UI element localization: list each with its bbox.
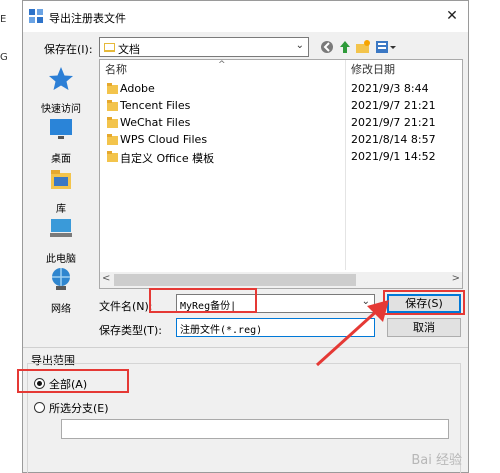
registry-icon: [29, 9, 43, 23]
background-text: E: [0, 14, 7, 25]
file-name: Tencent Files: [120, 99, 191, 112]
chevron-down-icon: ⌄: [295, 40, 304, 51]
place-label: 库: [56, 204, 66, 215]
list-item[interactable]: WPS Cloud Files 2021/8/14 8:57: [100, 131, 462, 148]
highlight-filename: [149, 288, 257, 313]
file-name: 自定义 Office 模板: [120, 152, 215, 165]
desktop-icon: [50, 119, 72, 139]
filetype-value: 注册文件(*.reg): [180, 325, 263, 336]
star-icon: [49, 67, 73, 90]
place-label: 网络: [51, 304, 71, 315]
folder-icon: [107, 83, 118, 94]
library-icon: [51, 170, 71, 189]
horizontal-scrollbar[interactable]: < >: [100, 272, 462, 288]
highlight-all-radio: [17, 369, 129, 393]
file-name: WeChat Files: [120, 116, 191, 129]
list-item[interactable]: Adobe 2021/9/3 8:44: [100, 80, 462, 97]
file-date: 2021/9/1 14:52: [351, 150, 436, 163]
scroll-right-icon[interactable]: >: [452, 273, 460, 284]
file-list[interactable]: 名称 ^ 修改日期 Adobe 2021/9/3 8:44 Tencent Fi…: [99, 59, 463, 289]
watermark: Bai 经验: [411, 453, 462, 468]
up-folder-icon[interactable]: [337, 39, 353, 55]
highlight-save-button: [383, 290, 465, 315]
scroll-left-icon[interactable]: <: [102, 273, 110, 284]
branch-path-input[interactable]: [61, 419, 449, 439]
place-desktop[interactable]: 桌面: [28, 115, 94, 165]
scrollbar-thumb[interactable]: [114, 274, 356, 286]
folder-icon: [107, 134, 118, 145]
place-this-pc[interactable]: 此电脑: [28, 215, 94, 265]
back-icon[interactable]: [319, 39, 335, 55]
export-registry-dialog: 导出注册表文件 ✕ 保存在(I): 文档 ⌄ 快速访问 桌面 库 此电脑 网络 …: [17, 0, 469, 473]
section-divider: [23, 347, 468, 348]
save-in-label: 保存在(I):: [44, 43, 93, 56]
column-name-header[interactable]: 名称: [105, 60, 127, 80]
file-date: 2021/9/7 21:21: [351, 99, 436, 112]
file-date: 2021/9/3 8:44: [351, 82, 429, 95]
title-bar: 导出注册表文件 ✕: [23, 1, 468, 32]
new-folder-icon[interactable]: [355, 39, 371, 55]
save-in-dropdown[interactable]: 文档 ⌄: [99, 37, 309, 57]
folder-icon: [107, 151, 118, 162]
place-library[interactable]: 库: [28, 165, 94, 215]
view-menu-icon[interactable]: [375, 39, 397, 55]
documents-folder-icon: [104, 43, 115, 52]
radio-selected-branch[interactable]: [34, 402, 45, 413]
file-date: 2021/8/14 8:57: [351, 133, 436, 146]
annotation-arrow: [315, 300, 389, 367]
folder-icon: [107, 117, 118, 128]
place-label: 此电脑: [46, 254, 76, 265]
filetype-label: 保存类型(T):: [99, 324, 163, 337]
file-name: Adobe: [120, 82, 155, 95]
save-in-value: 文档: [118, 43, 140, 56]
file-date: 2021/9/7 21:21: [351, 116, 436, 129]
places-bar: 快速访问 桌面 库 此电脑 网络: [28, 59, 94, 339]
list-item[interactable]: Tencent Files 2021/9/7 21:21: [100, 97, 462, 114]
list-item[interactable]: 自定义 Office 模板 2021/9/1 14:52: [100, 148, 462, 165]
column-date-header[interactable]: 修改日期: [351, 60, 395, 80]
filename-label: 文件名(N):: [99, 300, 153, 313]
background-text: G: [0, 52, 8, 63]
network-icon: [52, 268, 70, 290]
place-label: 桌面: [51, 154, 71, 165]
place-label: 快速访问: [41, 104, 81, 115]
close-button[interactable]: ✕: [440, 5, 464, 27]
computer-icon: [50, 219, 72, 237]
list-item[interactable]: WeChat Files 2021/9/7 21:21: [100, 114, 462, 131]
place-network[interactable]: 网络: [28, 265, 94, 315]
place-quick-access[interactable]: 快速访问: [28, 65, 94, 115]
sort-ascending-icon: ^: [218, 60, 226, 70]
folder-icon: [107, 100, 118, 111]
background-window-strip: E G: [0, 0, 22, 473]
file-name: WPS Cloud Files: [120, 133, 208, 146]
radio-branch-label[interactable]: 所选分支(E): [49, 400, 109, 416]
cancel-button[interactable]: 取消: [387, 318, 461, 337]
dialog-title: 导出注册表文件: [49, 12, 126, 25]
